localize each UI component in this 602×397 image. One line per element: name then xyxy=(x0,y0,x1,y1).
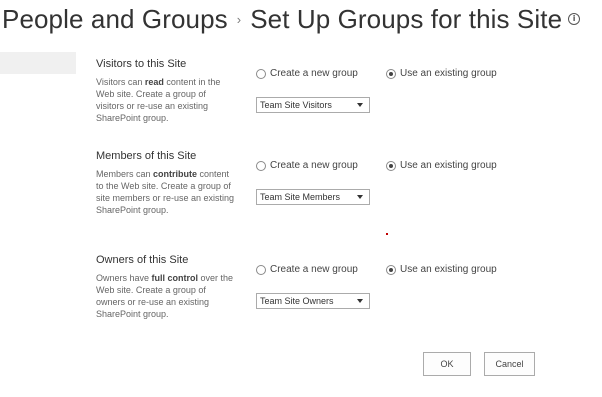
radio-unselected-icon[interactable] xyxy=(256,68,266,79)
left-nav-item[interactable] xyxy=(0,52,76,74)
cancel-button[interactable]: Cancel xyxy=(484,352,535,376)
dropdown-arrow-icon xyxy=(357,299,363,303)
members-group-select[interactable]: Team Site Members xyxy=(256,189,370,205)
radio-unselected-icon[interactable] xyxy=(256,264,266,275)
members-use-existing-radio[interactable]: Use an existing group xyxy=(386,160,497,171)
members-create-new-radio[interactable]: Create a new group xyxy=(256,160,358,171)
ok-button[interactable]: OK xyxy=(423,352,471,376)
breadcrumb-separator-icon: › xyxy=(236,11,242,27)
owners-use-existing-radio[interactable]: Use an existing group xyxy=(386,264,497,275)
section-description: Members can contribute content to the We… xyxy=(96,169,235,215)
section-title: Members of this Site xyxy=(96,150,197,162)
dropdown-arrow-icon xyxy=(357,103,363,107)
dropdown-arrow-icon xyxy=(357,195,363,199)
owners-create-new-radio[interactable]: Create a new group xyxy=(256,264,358,275)
visitors-create-new-radio[interactable]: Create a new group xyxy=(256,68,358,79)
radio-unselected-icon[interactable] xyxy=(256,160,266,171)
section-title: Owners of this Site xyxy=(96,254,189,266)
page-heading: Set Up Groups for this Site xyxy=(250,4,563,34)
owners-group-select[interactable]: Team Site Owners xyxy=(256,293,370,309)
section-description: Visitors can read content in the Web sit… xyxy=(96,77,221,123)
page-title: People and Groups › Set Up Groups for this… xyxy=(2,4,581,35)
stray-mark xyxy=(386,233,388,235)
info-icon[interactable]: i xyxy=(568,13,581,26)
visitors-use-existing-radio[interactable]: Use an existing group xyxy=(386,68,497,79)
visitors-group-select[interactable]: Team Site Visitors xyxy=(256,97,370,113)
radio-selected-icon[interactable] xyxy=(386,160,396,171)
breadcrumb-root[interactable]: People and Groups xyxy=(2,4,228,34)
section-description: Owners have full control over the Web si… xyxy=(96,273,234,319)
radio-selected-icon[interactable] xyxy=(386,68,396,79)
radio-selected-icon[interactable] xyxy=(386,264,396,275)
section-title: Visitors to this Site xyxy=(96,58,187,70)
